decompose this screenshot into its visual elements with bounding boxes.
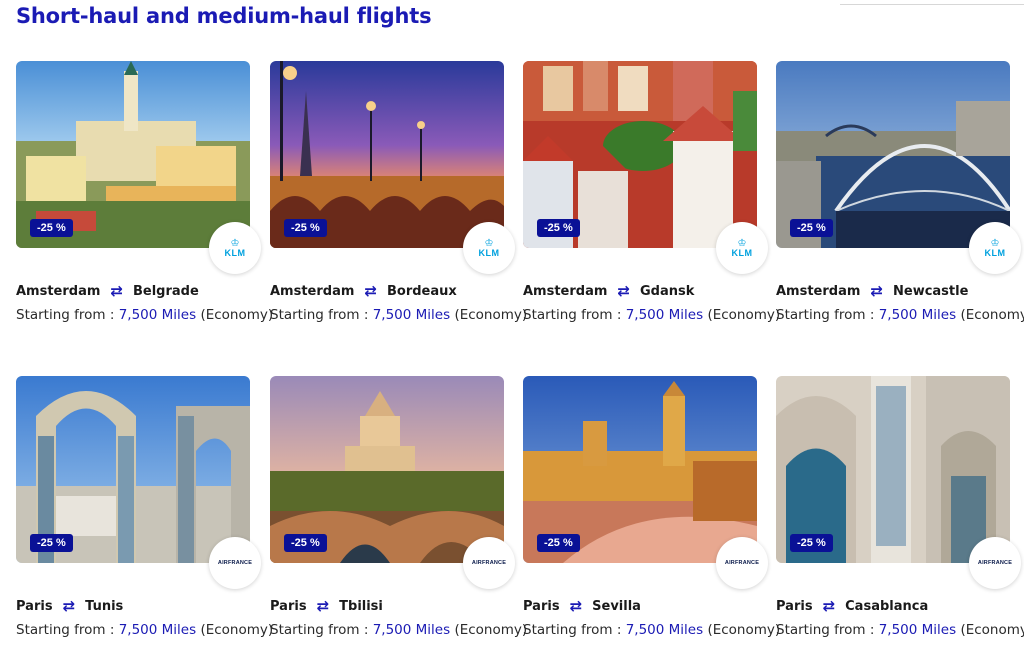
klm-crown-icon: ♔	[737, 237, 747, 249]
price: Starting from : 7,500 Miles (Economy)	[776, 307, 1024, 323]
origin: Amsterdam	[270, 283, 355, 299]
discount-badge: -25 %	[30, 219, 73, 237]
route: Amsterdam ⇄ Bordeaux	[270, 282, 457, 300]
route: Paris ⇄ Casablanca	[776, 597, 928, 615]
miles-value: 7,500 Miles	[878, 307, 957, 323]
airfrance-logo: AIRFRANCE	[209, 537, 261, 589]
destination: Tbilisi	[339, 598, 383, 614]
swap-arrows-icon: ⇄	[110, 282, 123, 300]
destination-image[interactable]: -25 %	[270, 376, 504, 563]
miles-value: 7,500 Miles	[372, 622, 451, 638]
klm-crown-icon: ♔	[990, 237, 1000, 249]
airfrance-logo: AIRFRANCE	[716, 537, 768, 589]
destination-image[interactable]: -25 %	[523, 61, 757, 248]
discount-badge: -25 %	[537, 219, 580, 237]
swap-arrows-icon: ⇄	[62, 597, 76, 615]
discount-badge: -25 %	[30, 534, 73, 552]
origin: Paris	[270, 598, 307, 614]
klm-logo: ♔ KLM	[716, 222, 768, 274]
route: Paris ⇄ Tunis	[16, 597, 123, 615]
destination-card-gdansk[interactable]: -25 % ♔ KLM Amsterdam ⇄ Gdansk Starting …	[523, 61, 780, 323]
klm-logo: ♔ KLM	[969, 222, 1021, 274]
destination: Belgrade	[133, 283, 199, 299]
origin: Paris	[16, 598, 53, 614]
destination-image[interactable]: -25 %	[16, 61, 250, 248]
price: Starting from : 7,500 Miles (Economy)	[523, 307, 781, 323]
discount-badge: -25 %	[537, 534, 580, 552]
discount-badge: -25 %	[790, 534, 833, 552]
destination-card-casablanca[interactable]: -25 % AIRFRANCE Paris ⇄ Casablanca Start…	[776, 376, 1024, 638]
swap-arrows-icon: ⇄	[569, 597, 583, 615]
origin: Paris	[776, 598, 813, 614]
miles-value: 7,500 Miles	[118, 307, 197, 323]
origin: Amsterdam	[16, 283, 101, 299]
route: Paris ⇄ Sevilla	[523, 597, 641, 615]
price: Starting from : 7,500 Miles (Economy)	[16, 622, 274, 638]
price: Starting from : 7,500 Miles (Economy)	[270, 622, 528, 638]
destination: Bordeaux	[387, 283, 457, 299]
airfrance-logo: AIRFRANCE	[969, 537, 1021, 589]
swap-arrows-icon: ⇄	[617, 282, 630, 300]
destination: Tunis	[85, 598, 124, 614]
destination-card-tbilisi[interactable]: -25 % AIRFRANCE Paris ⇄ Tbilisi Starting…	[270, 376, 527, 638]
price: Starting from : 7,500 Miles (Economy)	[270, 307, 528, 323]
destination-image[interactable]: -25 %	[523, 376, 757, 563]
destination-image[interactable]: -25 %	[270, 61, 504, 248]
destination-card-newcastle[interactable]: -25 % ♔ KLM Amsterdam ⇄ Newcastle Starti…	[776, 61, 1024, 323]
klm-logo: ♔ KLM	[209, 222, 261, 274]
price: Starting from : 7,500 Miles (Economy)	[776, 622, 1024, 638]
destination-card-bordeaux[interactable]: -25 % ♔ KLM Amsterdam ⇄ Bordeaux Startin…	[270, 61, 527, 323]
destination-image[interactable]: -25 %	[776, 376, 1010, 563]
destination: Gdansk	[640, 283, 695, 299]
swap-arrows-icon: ⇄	[870, 282, 883, 300]
origin: Amsterdam	[523, 283, 608, 299]
swap-arrows-icon: ⇄	[316, 597, 330, 615]
route: Amsterdam ⇄ Newcastle	[776, 282, 968, 300]
route: Amsterdam ⇄ Gdansk	[523, 282, 694, 300]
destination-card-sevilla[interactable]: -25 % AIRFRANCE Paris ⇄ Sevilla Starting…	[523, 376, 780, 638]
destination: Newcastle	[893, 283, 969, 299]
klm-crown-icon: ♔	[230, 237, 240, 249]
page-title: Short-haul and medium-haul flights	[16, 4, 432, 28]
discount-badge: -25 %	[284, 219, 327, 237]
swap-arrows-icon: ⇄	[364, 282, 377, 300]
destination: Casablanca	[845, 598, 929, 614]
airfrance-logo: AIRFRANCE	[463, 537, 515, 589]
swap-arrows-icon: ⇄	[822, 597, 836, 615]
origin: Amsterdam	[776, 283, 861, 299]
miles-value: 7,500 Miles	[625, 307, 704, 323]
destination-card-tunis[interactable]: -25 % AIRFRANCE Paris ⇄ Tunis Starting f…	[16, 376, 273, 638]
miles-value: 7,500 Miles	[878, 622, 957, 638]
divider	[840, 4, 1024, 5]
route: Amsterdam ⇄ Belgrade	[16, 282, 199, 300]
destination-card-belgrade[interactable]: -25 % ♔ KLM Amsterdam ⇄ Belgrade Startin…	[16, 61, 273, 323]
discount-badge: -25 %	[284, 534, 327, 552]
discount-badge: -25 %	[790, 219, 833, 237]
route: Paris ⇄ Tbilisi	[270, 597, 383, 615]
destination-image[interactable]: -25 %	[776, 61, 1010, 248]
destination: Sevilla	[592, 598, 641, 614]
klm-logo: ♔ KLM	[463, 222, 515, 274]
klm-crown-icon: ♔	[484, 237, 494, 249]
miles-value: 7,500 Miles	[625, 622, 704, 638]
destination-image[interactable]: -25 %	[16, 376, 250, 563]
origin: Paris	[523, 598, 560, 614]
miles-value: 7,500 Miles	[118, 622, 197, 638]
price: Starting from : 7,500 Miles (Economy)	[523, 622, 781, 638]
miles-value: 7,500 Miles	[372, 307, 451, 323]
price: Starting from : 7,500 Miles (Economy)	[16, 307, 274, 323]
